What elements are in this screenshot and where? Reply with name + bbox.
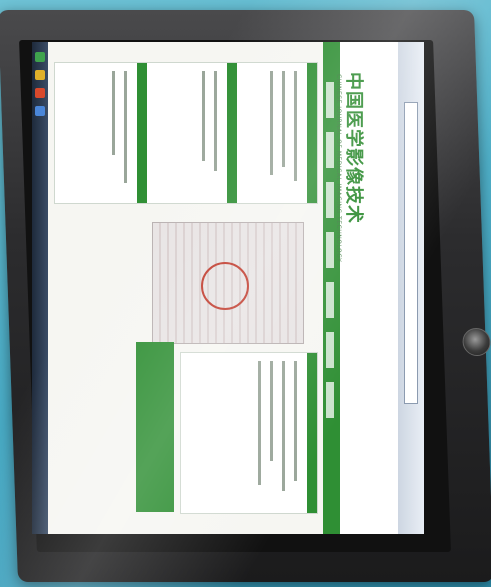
text-line [202,71,205,161]
site-header: 中国医学影像技术 CHINESE JOURNAL OF MEDICAL IMAG… [335,42,398,534]
nav-item[interactable] [326,182,334,218]
text-line [112,71,115,155]
text-line [214,71,217,171]
website-screenshot: 中国医学影像技术 CHINESE JOURNAL OF MEDICAL IMAG… [32,42,424,534]
right-column [180,352,318,514]
sidebar-heading [137,63,147,203]
text-line [124,71,127,183]
text-line [282,361,285,491]
text-line [270,361,273,461]
nav-item[interactable] [326,82,334,118]
nav-item[interactable] [326,132,334,168]
address-bar[interactable] [404,102,418,404]
text-line [258,361,261,485]
column-heading [307,353,317,513]
text-line [294,71,297,181]
site-title: 中国医学影像技术 [343,72,364,224]
green-banner[interactable] [136,342,174,512]
red-stamp [201,262,249,310]
nav-item[interactable] [326,232,334,268]
browser-icon[interactable] [35,106,45,116]
taskbar [32,42,48,534]
text-line [282,71,285,167]
site-nav [323,42,337,534]
monitor-screen: 中国医学影像技术 CHINESE JOURNAL OF MEDICAL IMAG… [32,42,424,534]
start-icon[interactable] [35,52,45,62]
app-icon[interactable] [35,88,45,98]
left-sidebar [54,62,318,204]
nav-item[interactable] [326,282,334,318]
browser-toolbar [397,42,424,534]
sidebar-heading [227,63,237,203]
nav-item[interactable] [326,332,334,368]
power-button-icon[interactable] [462,328,491,356]
nav-item[interactable] [326,382,334,418]
folder-icon[interactable] [35,70,45,80]
sidebar-heading [307,63,317,203]
text-line [294,361,297,481]
text-line [270,71,273,175]
